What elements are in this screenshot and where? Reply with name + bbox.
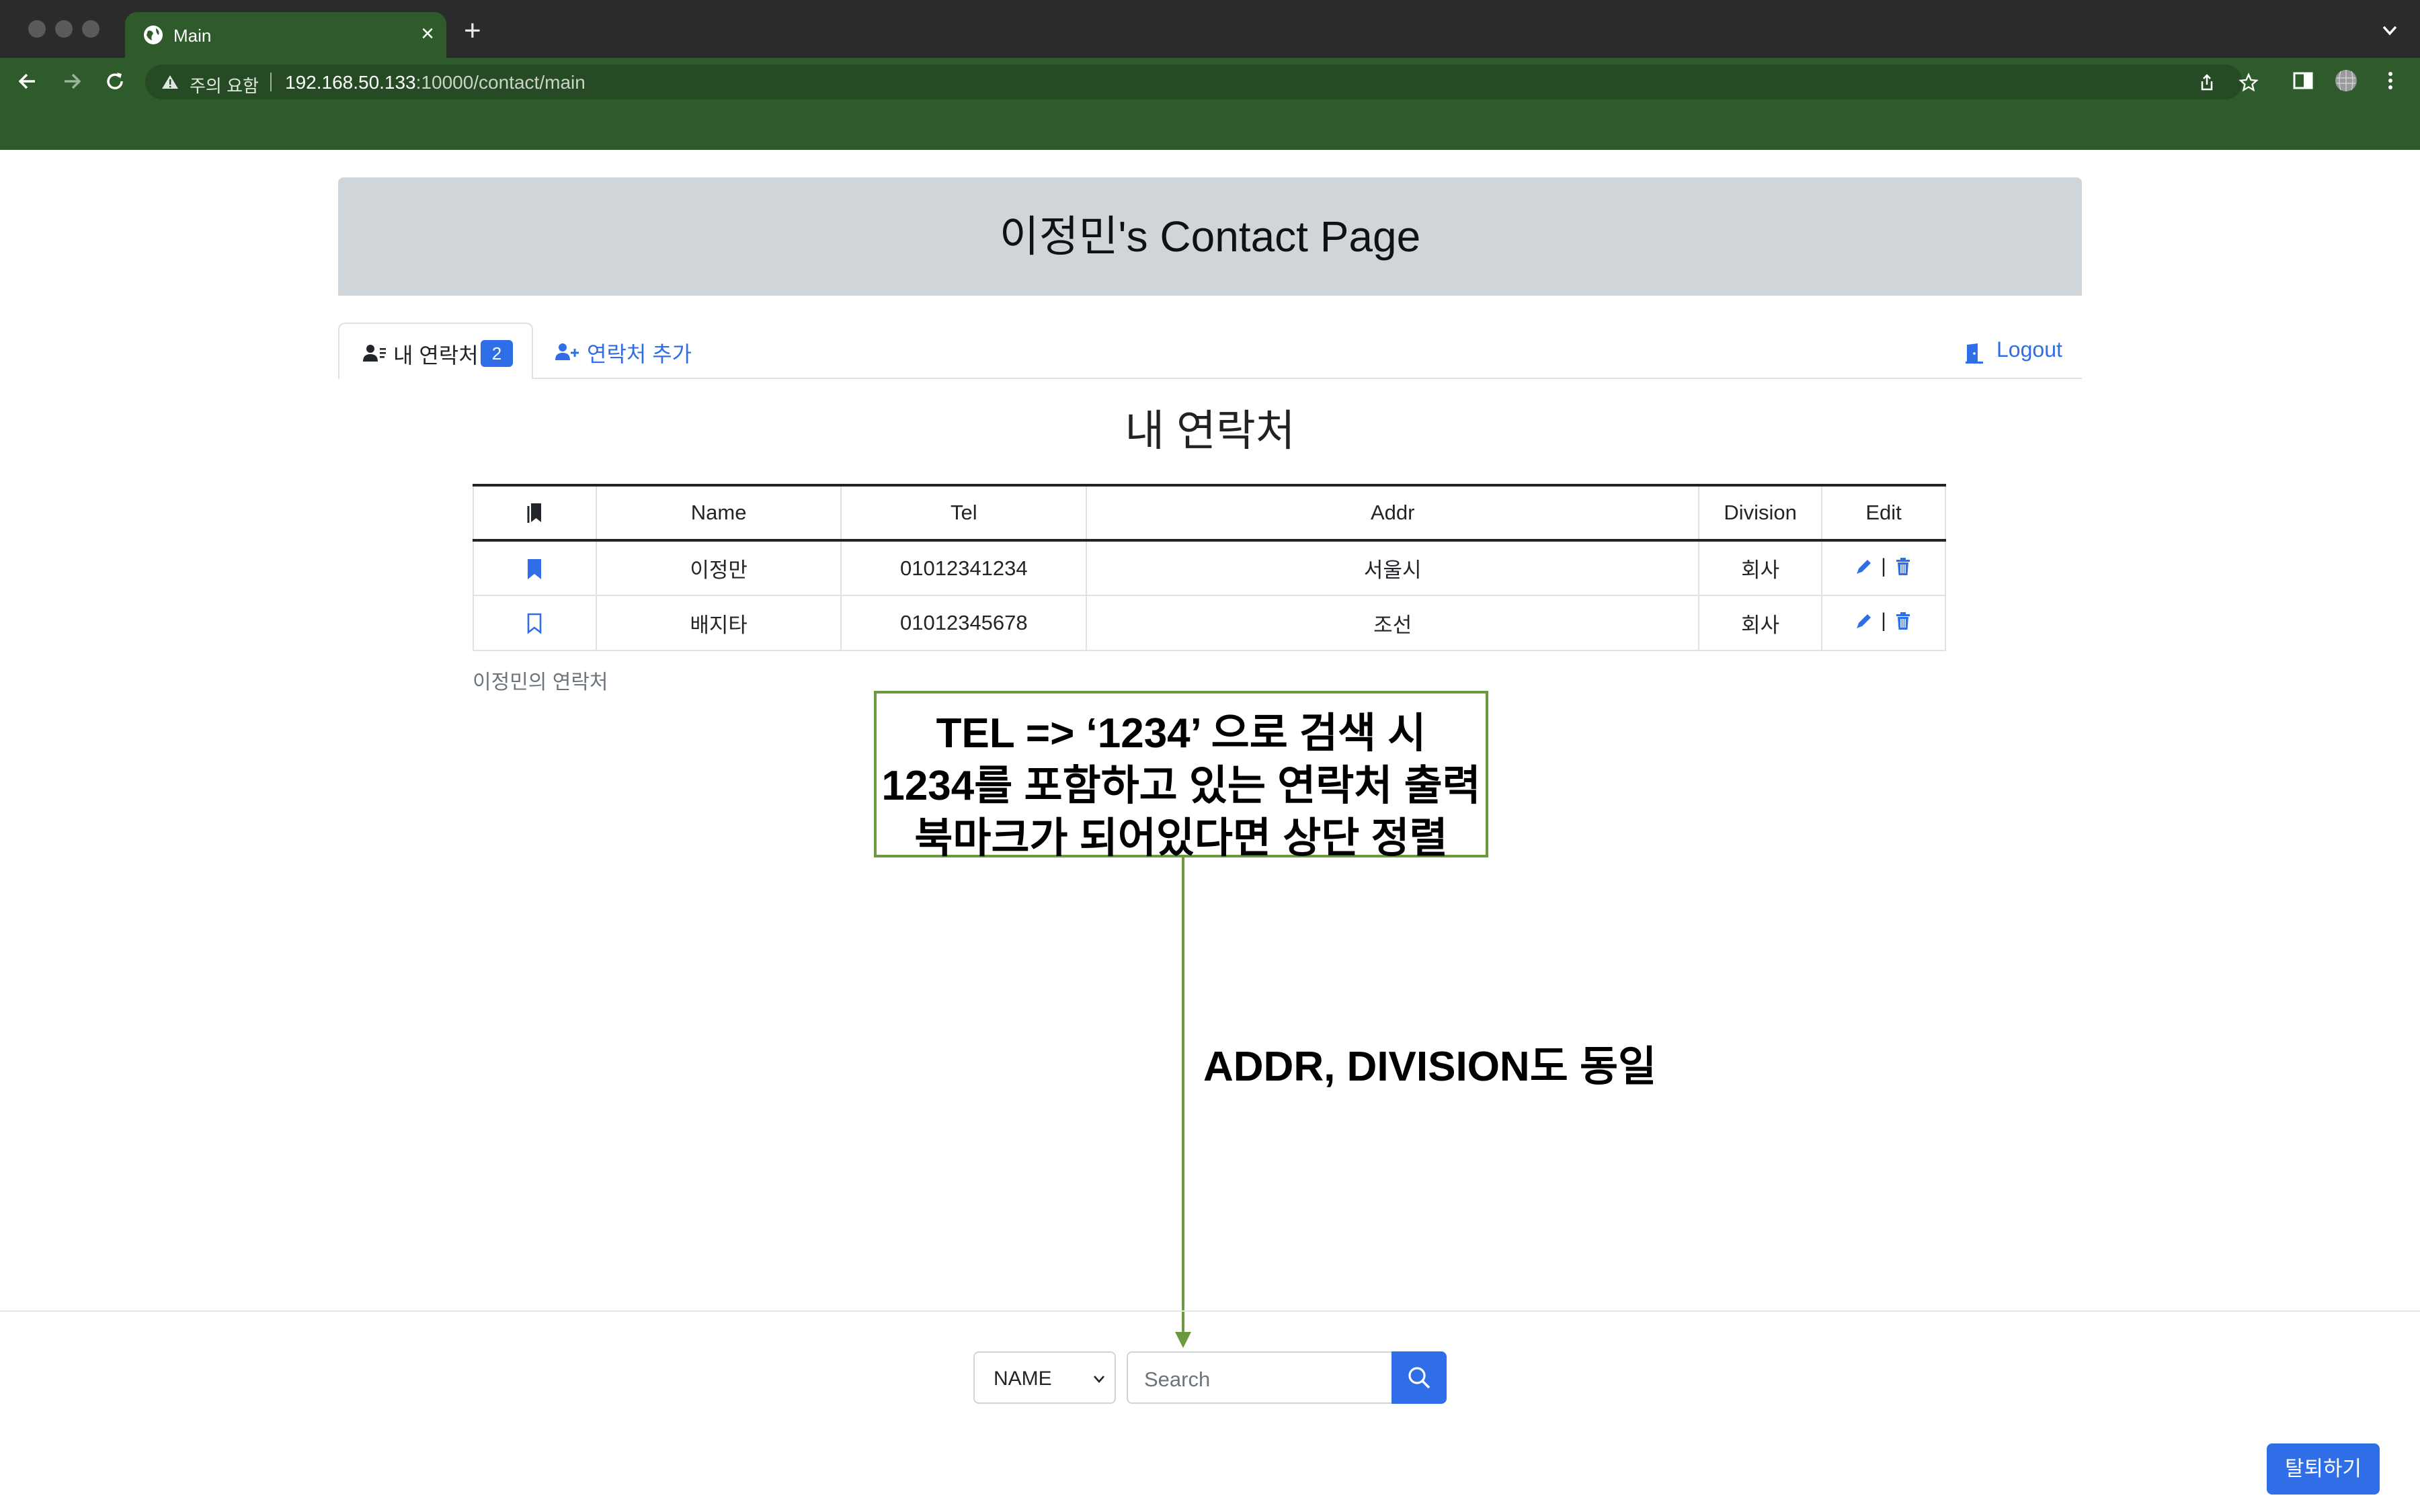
kebab-icon[interactable] bbox=[2378, 69, 2403, 93]
annotation-line: TEL => ‘1234’ 으로 검색 시 bbox=[936, 710, 1426, 757]
search-icon bbox=[1408, 1367, 1430, 1389]
search-field-value: NAME bbox=[994, 1368, 1052, 1390]
edit-separator: | bbox=[1881, 554, 1886, 577]
addr-cell: 조선 bbox=[1086, 595, 1700, 650]
search-field-select[interactable]: NAME bbox=[973, 1351, 1116, 1404]
table-header-row: Name Tel Addr Division Edit bbox=[473, 485, 1946, 540]
browser-toolbar: 주의 요함 192.168.50.133:10000/contact/main bbox=[0, 58, 2420, 105]
search-button[interactable] bbox=[1392, 1351, 1447, 1404]
column-header-tel[interactable]: Tel bbox=[840, 485, 1088, 540]
chevron-down-icon bbox=[1094, 1376, 1104, 1383]
bookmark-column-header bbox=[473, 485, 597, 540]
page-header: 이정민's Contact Page bbox=[338, 177, 2082, 296]
logout-link[interactable]: Logout bbox=[1964, 323, 2072, 379]
annotation-arrow bbox=[1175, 857, 1191, 1348]
trash-icon[interactable] bbox=[1893, 556, 1913, 577]
tab-title: Main bbox=[173, 26, 212, 46]
column-header-edit: Edit bbox=[1821, 485, 1946, 540]
close-window-dot[interactable] bbox=[28, 20, 46, 38]
tab-my-contacts[interactable]: 내 연락처 2 bbox=[338, 323, 533, 379]
url-host: 192.168.50.133 bbox=[285, 72, 416, 93]
bookmark-outline-icon[interactable] bbox=[525, 612, 544, 635]
pencil-icon[interactable] bbox=[1854, 556, 1874, 577]
bookmarks-icon bbox=[527, 503, 542, 523]
annotation-line: 1234를 포함하고 있는 연락처 출력 bbox=[881, 763, 1481, 809]
edit-cell: | bbox=[1821, 595, 1946, 650]
tel-cell: 01012345678 bbox=[840, 595, 1088, 650]
column-header-addr[interactable]: Addr bbox=[1086, 485, 1700, 540]
door-icon bbox=[1966, 343, 1983, 364]
reload-icon[interactable] bbox=[102, 69, 128, 94]
division-cell: 회사 bbox=[1698, 595, 1823, 650]
bookmark-cell[interactable] bbox=[473, 595, 597, 650]
browser-tabstrip: Main × + bbox=[0, 0, 2420, 58]
star-icon[interactable] bbox=[2238, 73, 2259, 93]
contacts-icon bbox=[363, 345, 386, 362]
globe-icon bbox=[144, 26, 163, 44]
logout-label: Logout bbox=[1997, 337, 2062, 362]
tel-cell: 01012341234 bbox=[840, 540, 1088, 595]
addr-cell: 서울시 bbox=[1086, 540, 1700, 595]
browser-tab-main[interactable]: Main × bbox=[125, 12, 446, 58]
column-header-name[interactable]: Name bbox=[595, 485, 842, 540]
search-input[interactable]: Search bbox=[1127, 1351, 1392, 1404]
bookmark-icon[interactable] bbox=[525, 558, 544, 581]
division-cell: 회사 bbox=[1698, 540, 1823, 595]
table-caption: 이정민의 연락처 bbox=[473, 671, 608, 694]
back-icon[interactable] bbox=[15, 69, 40, 94]
contacts-table: Name Tel Addr Division Edit 이정만 01012341… bbox=[473, 484, 1946, 651]
close-tab-icon[interactable]: × bbox=[421, 20, 434, 47]
url-path: :10000/contact/main bbox=[415, 72, 586, 93]
section-title: 내 연락처 bbox=[1125, 407, 1295, 455]
name-cell: 배지타 bbox=[595, 595, 842, 650]
withdraw-button[interactable]: 탈퇴하기 bbox=[2267, 1443, 2380, 1495]
tab-my-contacts-label: 내 연락처 bbox=[393, 343, 479, 368]
name-cell: 이정만 bbox=[595, 540, 842, 595]
edit-cell: | bbox=[1821, 540, 1946, 595]
footer-divider bbox=[0, 1310, 2420, 1312]
annotation-line: 북마크가 되어있다면 상단 정렬 bbox=[914, 815, 1448, 862]
tab-add-contact-label: 연락처 추가 bbox=[587, 342, 692, 366]
tab-add-contact[interactable]: 연락처 추가 bbox=[555, 323, 709, 379]
table-row: 이정만 01012341234 서울시 회사 | bbox=[473, 540, 1946, 595]
forward-icon[interactable] bbox=[59, 69, 85, 94]
zoom-window-dot[interactable] bbox=[82, 20, 99, 38]
address-bar[interactable]: 주의 요함 192.168.50.133:10000/contact/main bbox=[145, 65, 2259, 99]
browser-bottom-band bbox=[0, 105, 2420, 150]
url-text[interactable]: 192.168.50.133:10000/contact/main bbox=[285, 72, 586, 93]
contact-count-badge: 2 bbox=[481, 340, 513, 367]
new-tab-button[interactable]: + bbox=[464, 16, 481, 46]
add-user-icon bbox=[555, 343, 579, 360]
warning-icon[interactable] bbox=[161, 74, 179, 90]
chevron-down-icon[interactable] bbox=[2380, 20, 2400, 40]
trash-icon[interactable] bbox=[1893, 611, 1913, 631]
profile-icon[interactable] bbox=[2334, 69, 2358, 93]
table-row: 배지타 01012345678 조선 회사 | bbox=[473, 595, 1946, 650]
security-warning-label[interactable]: 주의 요함 bbox=[190, 73, 259, 97]
minimize-window-dot[interactable] bbox=[55, 20, 73, 38]
bookmark-cell[interactable] bbox=[473, 540, 597, 595]
column-header-division[interactable]: Division bbox=[1698, 485, 1823, 540]
address-divider bbox=[270, 73, 272, 91]
search-placeholder: Search bbox=[1144, 1368, 1211, 1391]
share-icon[interactable] bbox=[2197, 73, 2217, 93]
annotation-box: TEL => ‘1234’ 으로 검색 시 1234를 포함하고 있는 연락처 … bbox=[874, 691, 1488, 862]
page-title: 이정민's Contact Page bbox=[999, 212, 1421, 261]
annotation-note: ADDR, DIVISION도 동일 bbox=[1203, 1044, 1657, 1090]
pencil-icon[interactable] bbox=[1854, 611, 1874, 631]
sidebar-icon[interactable] bbox=[2291, 69, 2315, 93]
edit-separator: | bbox=[1881, 610, 1886, 632]
